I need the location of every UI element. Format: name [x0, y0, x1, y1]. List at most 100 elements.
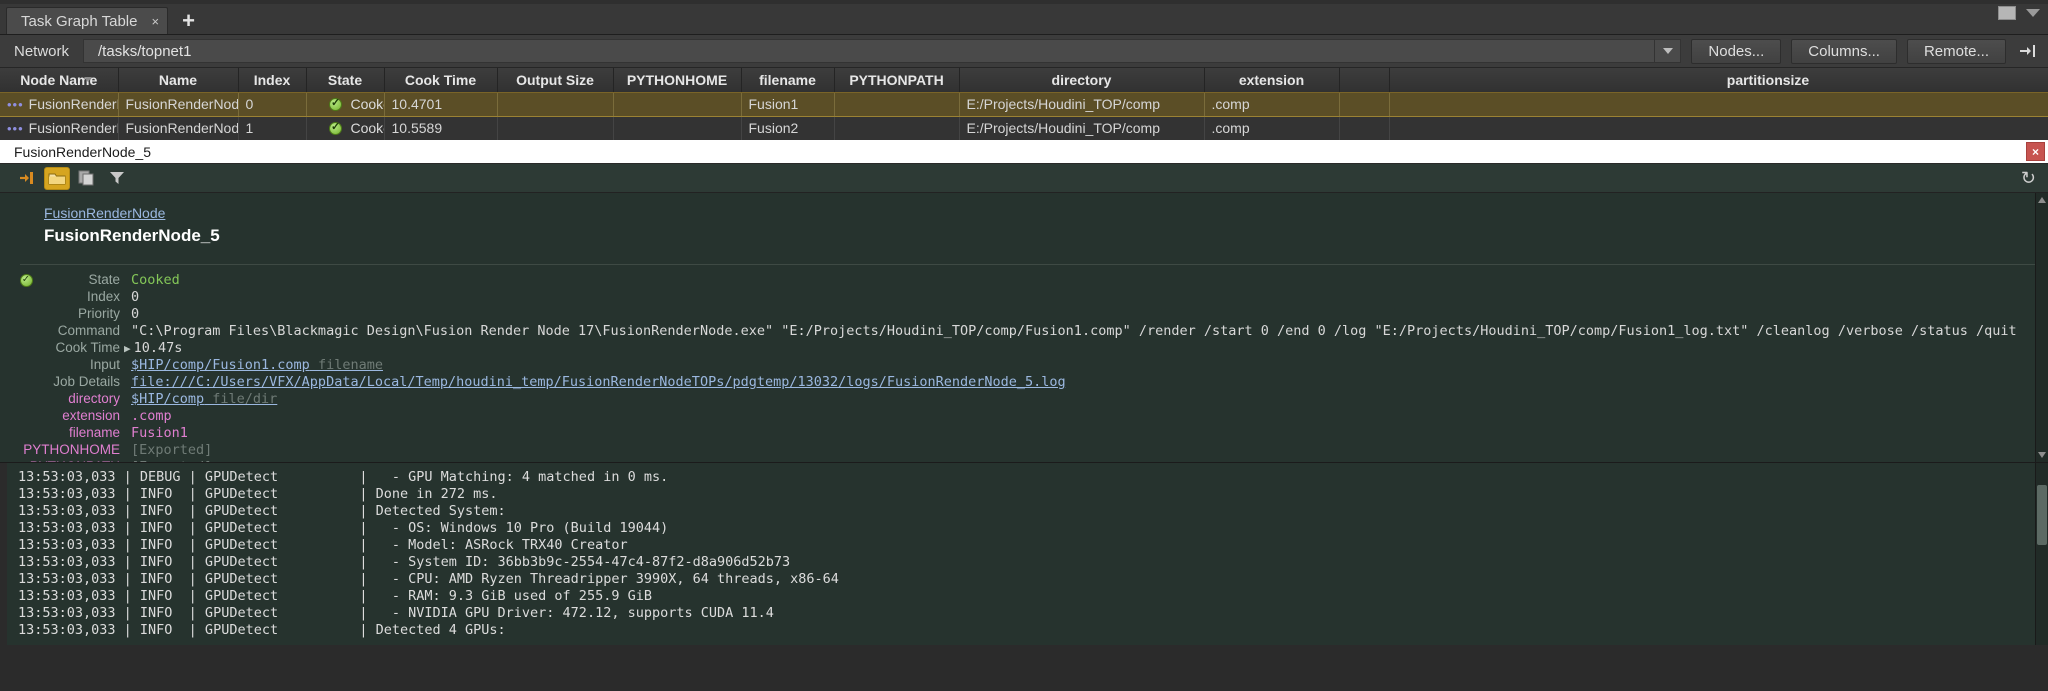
table-cell-pythonpath[interactable]: [834, 91, 960, 117]
attribute-value: 0: [131, 306, 140, 322]
attribute-row: Input $HIP/comp/Fusion1.comp filename: [0, 357, 2048, 374]
detail-panel-heading: FusionRenderNode FusionRenderNode_5: [0, 193, 2048, 252]
attribute-row: Priority 0: [0, 306, 2048, 323]
node-name-heading: FusionRenderNode_5: [44, 226, 220, 245]
detail-panel-title: FusionRenderNode_5: [14, 143, 151, 160]
table-cell-directory[interactable]: E:/Projects/Houdini_TOP/comp: [959, 91, 1205, 117]
table-cell-blank[interactable]: [1339, 116, 1390, 140]
table-column-label: Output Size: [516, 71, 594, 88]
table-column-header[interactable]: Name: [118, 68, 239, 93]
table-column-header[interactable]: State: [306, 68, 385, 93]
attribute-label: directory: [68, 391, 120, 406]
table-cell-partitionsize[interactable]: [1389, 91, 2048, 117]
remote-button[interactable]: Remote...: [1906, 38, 2006, 64]
attribute-value: "C:\Program Files\Blackmagic Design\Fusi…: [131, 323, 2017, 339]
close-icon[interactable]: ×: [151, 14, 159, 29]
detail-panel-body: FusionRenderNode FusionRenderNode_5 Stat…: [0, 193, 2048, 463]
table-column-header[interactable]: filename: [741, 68, 835, 93]
table-row[interactable]: •••FusionRenderNodeFusionRenderNode_61 Co…: [0, 116, 2048, 140]
table-cell-name[interactable]: FusionRenderNode_6: [118, 116, 239, 140]
folder-icon[interactable]: [44, 166, 70, 190]
table-cell-extension[interactable]: .comp: [1204, 116, 1340, 140]
table-column-header[interactable]: Index: [238, 68, 307, 93]
expand-arrow-icon[interactable]: ▶: [120, 342, 131, 355]
attribute-row: State Cooked: [0, 272, 2048, 289]
pin-icon[interactable]: [14, 167, 40, 190]
scroll-up-icon[interactable]: [2038, 197, 2046, 203]
tab-label: Task Graph Table: [21, 12, 138, 30]
close-icon[interactable]: ×: [2026, 142, 2045, 161]
attribute-label: Job Details: [53, 374, 120, 389]
columns-button[interactable]: Columns...: [1791, 38, 1897, 64]
table-cell-state[interactable]: Cooked: [306, 91, 385, 117]
attribute-label: Command: [57, 323, 120, 338]
panel-grip: [0, 463, 7, 645]
table-cell-partitionsize[interactable]: [1389, 116, 2048, 140]
table-cell-blank[interactable]: [1339, 91, 1390, 117]
tab-task-graph-table[interactable]: Task Graph Table ×: [6, 7, 169, 34]
new-tab-button[interactable]: +: [182, 10, 195, 32]
table-cell-filename[interactable]: Fusion1: [741, 91, 835, 117]
table-column-label: Cook Time: [404, 71, 477, 88]
scroll-down-icon[interactable]: [2038, 452, 2046, 458]
attribute-value[interactable]: $HIP/comp file/dir: [120, 391, 277, 407]
table-column-header[interactable]: Cook Time: [384, 68, 498, 93]
attribute-value[interactable]: $HIP/comp/Fusion1.comp filename: [120, 357, 383, 373]
table-cell-state[interactable]: Cooked: [306, 116, 385, 140]
node-dots-icon: •••: [7, 97, 24, 112]
restore-icon[interactable]: [1998, 6, 2016, 20]
detail-scrollbar[interactable]: [2035, 193, 2048, 462]
table-header-row: Node Name Name Index State Cook Time Output S…: [0, 68, 2048, 93]
attribute-value: Cooked: [131, 272, 180, 288]
table-column-header[interactable]: [1339, 68, 1390, 93]
table-column-header[interactable]: extension: [1204, 68, 1340, 93]
copy-icon[interactable]: [74, 167, 100, 190]
table-cell-pythonhome[interactable]: [613, 116, 742, 140]
filter-icon[interactable]: [104, 167, 130, 190]
table-column-header[interactable]: Node Name: [0, 68, 119, 93]
scrollbar-thumb[interactable]: [2037, 485, 2047, 545]
table-cell-directory[interactable]: E:/Projects/Houdini_TOP/comp: [959, 116, 1205, 140]
network-path-input[interactable]: /tasks/topnet1: [83, 39, 1656, 63]
table-cell-pythonpath[interactable]: [834, 116, 960, 140]
table-column-header[interactable]: partitionsize: [1389, 68, 2048, 93]
table-row[interactable]: ••• FusionRenderNodeFusionRenderNode_50 Co…: [0, 91, 2048, 117]
table-cell-cook_time[interactable]: 10.5589: [384, 116, 498, 140]
table-cell-node_name[interactable]: •••FusionRenderNode: [0, 116, 119, 140]
attribute-row: Command "C:\Program Files\Blackmagic Desi…: [0, 323, 2048, 340]
table-cell-output_size[interactable]: [497, 116, 614, 140]
dropdown-icon[interactable]: [2026, 9, 2040, 17]
table-cell-extension[interactable]: .comp: [1204, 91, 1340, 117]
log-output-panel[interactable]: 13:53:03,033 | DEBUG | GPUDetect | - GPU…: [0, 463, 2048, 645]
attribute-value: 10.47s: [133, 340, 183, 356]
table-column-header[interactable]: PYTHONHOME: [613, 68, 742, 93]
attribute-row: directory $HIP/comp file/dir: [0, 391, 2048, 408]
table-column-label: PYTHONPATH: [849, 71, 944, 88]
table-cell-pythonhome[interactable]: [613, 91, 742, 117]
table-column-header[interactable]: directory: [959, 68, 1205, 93]
refresh-icon[interactable]: ↻: [2021, 168, 2036, 189]
table-column-header[interactable]: Output Size: [497, 68, 614, 93]
node-type-link[interactable]: FusionRenderNode: [44, 205, 2048, 221]
nodes-button[interactable]: Nodes...: [1691, 38, 1782, 64]
table-cell-cook_time[interactable]: 10.4701: [384, 91, 498, 117]
status-ok-icon: [328, 96, 342, 111]
attribute-label: PYTHONHOME: [23, 442, 120, 457]
attribute-label: Input: [89, 357, 120, 372]
attribute-row: Job Details file:///C:/Users/VFX/AppData/…: [0, 374, 2048, 391]
attribute-value[interactable]: file:///C:/Users/VFX/AppData/Local/Temp/…: [120, 374, 1066, 390]
table-column-label: Index: [253, 71, 291, 88]
sort-descending-icon[interactable]: [83, 77, 92, 82]
table-cell-index[interactable]: 1: [238, 116, 307, 140]
log-line: 13:53:03,033 | INFO | GPUDetect | - OS: …: [18, 520, 669, 536]
titlebar-strip: [0, 0, 2048, 4]
table-cell-filename[interactable]: Fusion2: [741, 116, 835, 140]
log-scrollbar[interactable]: [2035, 463, 2048, 645]
chevron-down-icon[interactable]: [1655, 39, 1682, 63]
table-cell-index[interactable]: 0: [238, 91, 307, 117]
pin-right-icon[interactable]: [2018, 43, 2038, 59]
table-cell-output_size[interactable]: [497, 91, 614, 117]
table-cell-node_name[interactable]: •••FusionRenderNode: [0, 91, 119, 117]
table-column-header[interactable]: PYTHONPATH: [834, 68, 960, 93]
table-cell-name[interactable]: FusionRenderNode_5: [118, 91, 239, 117]
